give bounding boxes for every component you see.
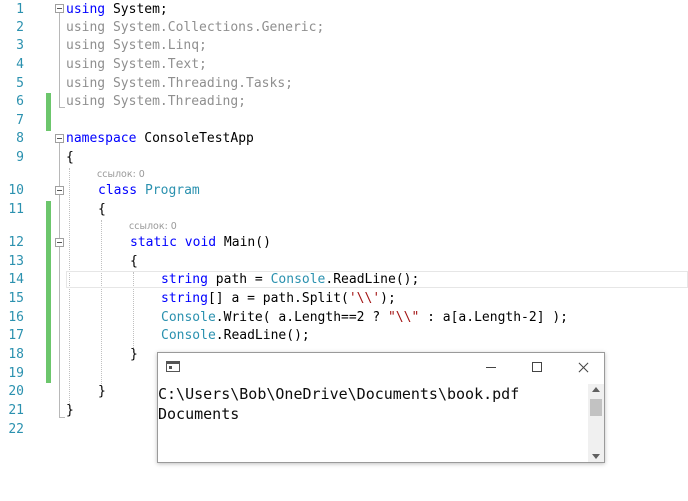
code-line[interactable]: using System.Linq; [66, 36, 207, 55]
code-line[interactable]: } [66, 401, 74, 420]
line-number: 18 [8, 347, 24, 362]
code-text: System; [105, 2, 168, 17]
codelens-references[interactable]: ссылок: 0 [97, 169, 145, 181]
code-line[interactable]: using System.Threading; [66, 92, 246, 111]
keyword: string [161, 291, 208, 306]
codelens-references[interactable]: ссылок: 0 [129, 221, 177, 233]
code-text: .ReadLine(); [325, 272, 420, 287]
code-line[interactable]: using System.Threading.Tasks; [66, 74, 293, 93]
code-line[interactable]: using System.Text; [66, 55, 207, 74]
keyword: void [184, 235, 217, 250]
line-number: 20 [8, 384, 24, 399]
close-button[interactable] [560, 353, 606, 383]
keyword: using [66, 2, 106, 17]
string-literal: '\\' [348, 291, 381, 306]
scroll-down-arrow-icon[interactable] [592, 454, 600, 459]
type-name: Console [161, 310, 216, 325]
type-name: Console [161, 328, 216, 343]
code-line[interactable]: { [98, 200, 106, 219]
code-line[interactable]: { [130, 252, 138, 271]
console-output-line: C:\Users\Bob\OneDrive\Documents\book.pdf [158, 385, 520, 403]
code-line[interactable]: string[] a = path.Split('\\'); [161, 289, 396, 308]
line-number: 2 [16, 20, 24, 35]
line-number: 3 [16, 38, 24, 53]
maximize-button[interactable] [514, 353, 560, 383]
code-text: .ReadLine(); [215, 328, 310, 343]
type-name: Program [144, 183, 200, 198]
collapse-toggle-icon[interactable] [55, 238, 64, 247]
line-number: 11 [8, 202, 24, 217]
console-title-bar[interactable] [158, 353, 604, 383]
code-text: .Write( a.Length==2 ? [215, 310, 388, 325]
type-name: Console [270, 272, 326, 287]
line-number: 13 [8, 254, 24, 269]
console-app-icon[interactable] [166, 361, 180, 372]
code-text: Main() [216, 235, 271, 250]
code-text: [] a = path.Split( [207, 291, 349, 306]
console-output[interactable]: C:\Users\Bob\OneDrive\Documents\book.pdf… [158, 384, 588, 462]
console-window[interactable]: C:\Users\Bob\OneDrive\Documents\book.pdf… [157, 352, 605, 463]
console-output-line: Documents [158, 405, 240, 423]
code-line[interactable]: using System; [66, 0, 168, 19]
keyword: string [161, 272, 208, 287]
line-number: 7 [16, 113, 24, 128]
code-line[interactable]: using System.Collections.Generic; [66, 18, 324, 37]
change-marker [46, 93, 51, 131]
code-line[interactable]: } [130, 345, 138, 364]
line-number: 1 [16, 2, 24, 17]
line-number: 5 [16, 76, 24, 91]
vertical-scrollbar[interactable] [588, 384, 604, 462]
line-number: 19 [8, 366, 24, 381]
keyword: static [130, 235, 177, 250]
line-number: 22 [8, 422, 24, 437]
line-number: 17 [8, 328, 24, 343]
code-line[interactable]: string path = Console.ReadLine(); [161, 270, 419, 289]
collapse-toggle-icon[interactable] [55, 186, 64, 195]
line-number: 15 [8, 291, 24, 306]
scrollbar-thumb[interactable] [590, 399, 602, 416]
code-line[interactable]: Console.ReadLine(); [161, 326, 310, 345]
code-text: ConsoleTestApp [136, 131, 254, 146]
line-number: 10 [8, 183, 24, 198]
change-marker [46, 201, 51, 383]
collapse-toggle-icon[interactable] [55, 134, 64, 143]
code-line[interactable]: Console.Write( a.Length==2 ? "\\" : a[a.… [161, 308, 568, 327]
keyword: class [98, 183, 138, 198]
code-line[interactable]: namespace ConsoleTestApp [66, 129, 254, 148]
code-line[interactable]: static void Main() [130, 233, 271, 252]
keyword: namespace [66, 131, 137, 146]
line-number: 6 [16, 94, 24, 109]
code-line[interactable]: { [66, 148, 74, 167]
line-number: 16 [8, 310, 24, 325]
code-text: : a[a.Length-2] ); [419, 310, 569, 325]
line-number: 8 [16, 131, 24, 146]
line-number: 12 [8, 235, 24, 250]
code-line[interactable]: } [98, 382, 106, 401]
outline-line [59, 107, 65, 108]
line-number: 9 [16, 150, 24, 165]
outline-line [59, 142, 60, 418]
collapse-toggle-icon[interactable] [55, 4, 64, 13]
outline-line [59, 13, 60, 108]
code-line[interactable]: class Program [98, 181, 200, 200]
scroll-up-arrow-icon[interactable] [592, 387, 600, 392]
string-literal: "\\" [387, 310, 420, 325]
minimize-button[interactable] [468, 353, 514, 383]
line-number: 14 [8, 272, 24, 287]
code-text: ); [380, 291, 396, 306]
code-text: path = [207, 272, 271, 287]
indent-guide [101, 220, 102, 388]
outline-line [59, 417, 65, 418]
line-number: 21 [8, 403, 24, 418]
line-number: 4 [16, 57, 24, 72]
